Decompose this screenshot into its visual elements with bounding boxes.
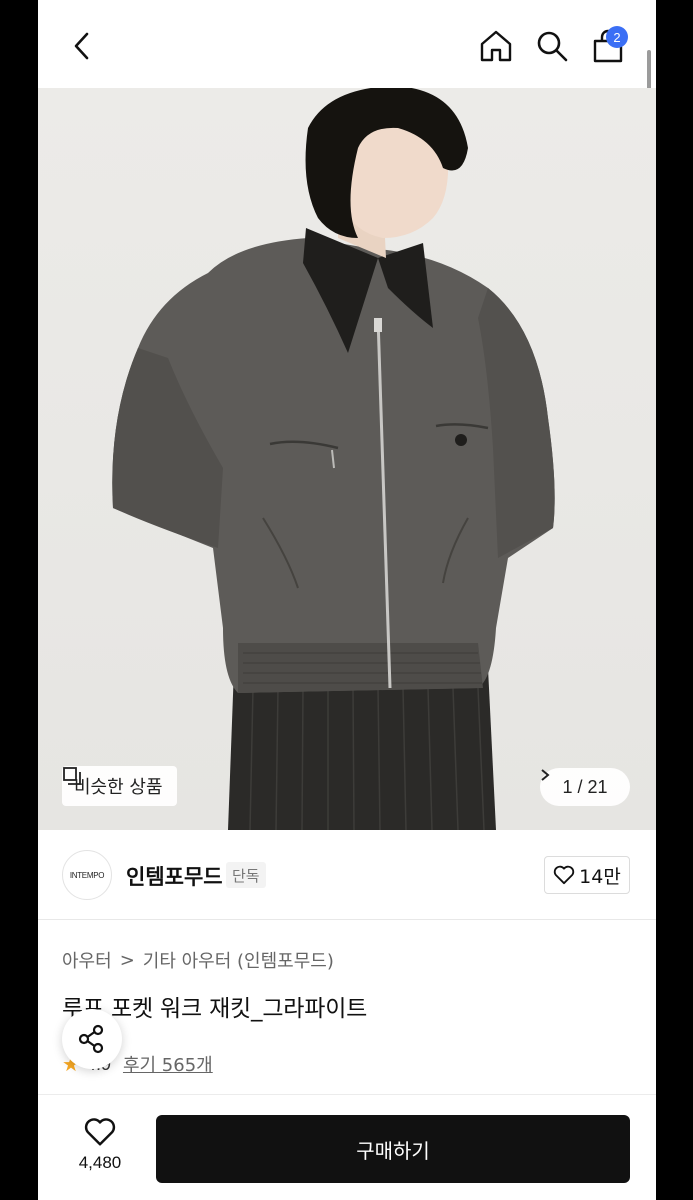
bottom-action-bar: 4,480 구매하기 — [38, 1094, 656, 1200]
similar-products-label: 비슷한 상품 — [74, 777, 163, 798]
breadcrumb-separator: > — [119, 949, 135, 971]
exclusive-badge: 단독 — [226, 862, 266, 888]
share-button[interactable] — [62, 1009, 122, 1069]
search-button[interactable] — [530, 24, 574, 68]
similar-products-button[interactable]: 비슷한 상품 — [62, 766, 177, 806]
brand-name[interactable]: 인템포무드 — [126, 861, 223, 891]
heart-icon — [553, 865, 575, 885]
back-button[interactable] — [60, 24, 104, 68]
reviews-link[interactable]: 후기 565개 — [123, 1051, 213, 1077]
heart-icon — [84, 1118, 116, 1146]
product-screen: 2 비슷한 상품 1 / 21 INTEMPO 인템포무드 단독 14만 아우터… — [38, 0, 656, 1200]
home-icon — [480, 30, 512, 62]
product-image-gallery[interactable]: 비슷한 상품 1 / 21 — [38, 88, 656, 830]
image-counter-text: 1 / 21 — [562, 776, 608, 797]
cart-button[interactable]: 2 — [586, 24, 630, 68]
share-icon — [78, 1024, 104, 1054]
buy-button[interactable]: 구매하기 — [156, 1115, 630, 1183]
cart-count-badge: 2 — [606, 26, 628, 48]
breadcrumb-level1[interactable]: 아우터 — [62, 947, 112, 973]
chevron-left-icon — [74, 32, 89, 60]
product-photo — [112, 88, 555, 830]
brand-row: INTEMPO 인템포무드 단독 14만 — [38, 830, 656, 920]
breadcrumb-level2[interactable]: 기타 아우터 (인템포무드) — [143, 947, 334, 973]
brand-logo[interactable]: INTEMPO — [62, 850, 112, 900]
breadcrumb: 아우터 > 기타 아우터 (인템포무드) — [62, 947, 334, 973]
image-counter-button[interactable]: 1 / 21 — [540, 768, 630, 806]
search-icon — [537, 31, 568, 62]
chevron-right-icon — [541, 769, 550, 781]
brand-like-count: 14만 — [579, 865, 621, 888]
home-button[interactable] — [474, 24, 518, 68]
brand-like-button[interactable]: 14만 — [544, 856, 630, 894]
copy-icon — [63, 767, 81, 785]
top-nav-bar: 2 — [38, 0, 656, 88]
wishlist-button[interactable]: 4,480 — [60, 1117, 140, 1173]
wishlist-count: 4,480 — [78, 1153, 122, 1172]
